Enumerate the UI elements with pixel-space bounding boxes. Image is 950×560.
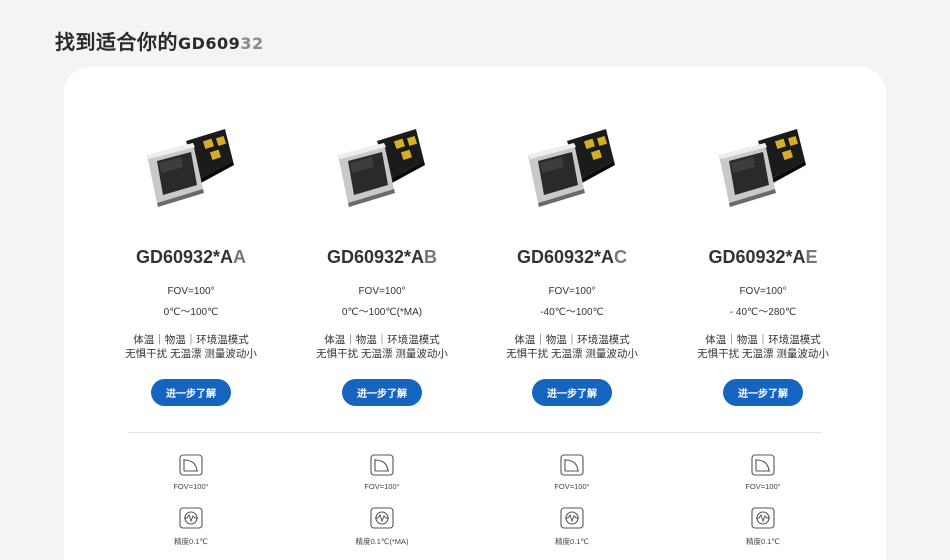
learn-more-button[interactable]: 进一步了解: [342, 379, 422, 406]
product-fov: FOV=100°: [739, 286, 787, 297]
product-fov: FOV=100°: [548, 286, 596, 297]
product-modes: 体温｜物温｜环境温模式: [705, 334, 821, 346]
product-range: 0℃～100℃(*MA): [341, 307, 423, 318]
sensor-chip-image: [528, 129, 615, 207]
sensor-chip-image: [338, 129, 425, 207]
product-fov: FOV=100°: [358, 286, 406, 297]
fov-angle-icon: [370, 454, 394, 476]
product-modes: 体温｜物温｜环境温模式: [514, 334, 630, 346]
product-item: GD60932*AE FOV=100° - 40℃～280℃ 体温｜物温｜环境温…: [668, 67, 858, 427]
page-title-model: GD60932: [178, 34, 264, 53]
product-name: GD60932*AA: [135, 247, 247, 267]
product-range: - 40℃～280℃: [729, 307, 797, 318]
learn-more-button[interactable]: 进一步了解: [723, 379, 803, 406]
product-name: GD60932*AE: [708, 247, 818, 267]
product-card-panel: GD60932*AA FOV=100° 0℃～100℃ 体温｜物温｜环境温模式 …: [64, 67, 886, 560]
spec-precision-label: 精度0.1℃: [555, 537, 589, 546]
learn-more-button[interactable]: 进一步了解: [151, 379, 231, 406]
precision-gauge-icon: [179, 507, 203, 529]
sensor-chip-image: [719, 129, 806, 207]
spec-precision-label: 精度0.1℃: [746, 537, 780, 546]
product-item: GD60932*AB FOV=100° 0℃～100℃(*MA) 体温｜物温｜环…: [287, 67, 477, 427]
precision-gauge-icon: [751, 507, 775, 529]
spec-fov-label: FOV=100°: [554, 482, 590, 491]
spec-precision-label: 精度0.1℃: [174, 537, 208, 546]
page-title-text: 找到适合你的: [55, 32, 178, 54]
product-features: 无惧干扰 无温漂 测量波动小: [697, 348, 829, 360]
fov-angle-icon: [179, 454, 203, 476]
product-name: GD60932*AC: [516, 247, 628, 267]
product-fov: FOV=100°: [167, 286, 215, 297]
page-title: 找到适合你的GD60932: [55, 26, 264, 55]
page-title-model-fade: 32: [240, 34, 264, 53]
fov-angle-icon: [751, 454, 775, 476]
fov-angle-icon: [560, 454, 584, 476]
sensor-chip-image: [147, 129, 234, 207]
product-modes: 体温｜物温｜环境温模式: [324, 334, 440, 346]
product-list: GD60932*AA FOV=100° 0℃～100℃ 体温｜物温｜环境温模式 …: [64, 67, 886, 427]
learn-more-button[interactable]: 进一步了解: [532, 379, 612, 406]
spec-fov-label: FOV=100°: [745, 482, 781, 491]
product-modes: 体温｜物温｜环境温模式: [133, 334, 249, 346]
spec-fov-label: FOV=100°: [364, 482, 400, 491]
product-name: GD60932*AB: [326, 247, 438, 267]
product-range: -40℃～100℃: [540, 307, 604, 318]
precision-gauge-icon: [560, 507, 584, 529]
product-features: 无惧干扰 无温漂 测量波动小: [506, 348, 638, 360]
spec-precision-label: 精度0.1℃(*MA): [355, 537, 409, 546]
product-features: 无惧干扰 无温漂 测量波动小: [125, 348, 257, 360]
product-item: GD60932*AA FOV=100° 0℃～100℃ 体温｜物温｜环境温模式 …: [96, 67, 286, 427]
product-item: GD60932*AC FOV=100° -40℃～100℃ 体温｜物温｜环境温模…: [477, 67, 667, 427]
section-divider: [128, 432, 822, 433]
product-features: 无惧干扰 无温漂 测量波动小: [316, 348, 448, 360]
precision-gauge-icon: [370, 507, 394, 529]
spec-fov-label: FOV=100°: [173, 482, 209, 491]
page-title-model-main: GD609: [178, 34, 241, 53]
product-range: 0℃～100℃: [163, 307, 219, 318]
